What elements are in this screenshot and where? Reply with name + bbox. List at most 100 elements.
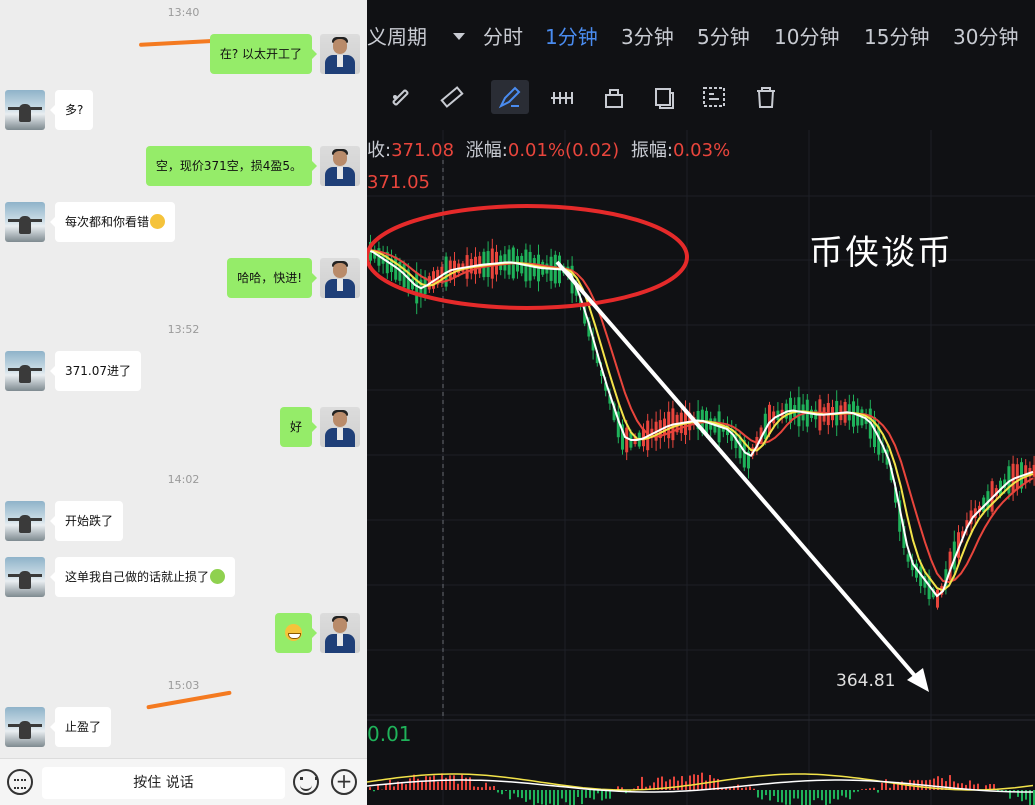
my-avatar[interactable]	[320, 34, 360, 74]
select-icon[interactable]	[695, 80, 733, 114]
macd-bar	[541, 790, 543, 805]
macd-bar	[821, 790, 823, 801]
period-3min[interactable]: 3分钟	[621, 21, 674, 50]
macd-bar	[561, 790, 563, 799]
my-avatar[interactable]	[320, 407, 360, 447]
period-10min[interactable]: 10分钟	[774, 21, 839, 50]
emoji-icon[interactable]	[293, 769, 319, 795]
macd-bar	[589, 790, 591, 798]
macd-bar	[477, 786, 479, 790]
period-15min[interactable]: 15分钟	[864, 21, 929, 50]
macd-bar	[509, 790, 511, 800]
price-info: 收:371.08 涨幅:0.01%(0.02) 振幅:0.03%	[367, 136, 730, 162]
dots-line-icon[interactable]	[543, 80, 581, 114]
macd-bar	[369, 787, 371, 790]
macd-bar	[781, 790, 783, 803]
message-bubble[interactable]: 好	[279, 407, 318, 447]
macd-bar	[469, 777, 471, 790]
macd-bar	[741, 788, 743, 790]
my-avatar[interactable]	[320, 258, 360, 298]
hold-to-talk-button[interactable]: 按住 说话	[42, 767, 285, 799]
macd-bar	[877, 790, 879, 793]
message-text: 止盈了	[65, 720, 102, 734]
macd-bar	[449, 775, 451, 790]
message-text: 空，现价371空，损4盈5。	[155, 159, 302, 173]
macd-bar	[433, 775, 435, 790]
period-toolbar: 义周期 分时 1分钟 3分钟 5分钟 10分钟 15分钟 30分钟	[367, 0, 1035, 70]
ruler-icon[interactable]	[433, 80, 471, 114]
macd-bar	[389, 779, 391, 790]
macd-bar	[557, 790, 559, 805]
contact-avatar[interactable]	[5, 90, 45, 130]
message-bubble[interactable]: 开始跌了	[49, 501, 124, 541]
macd-bar	[525, 790, 527, 802]
trash-icon[interactable]	[747, 80, 785, 114]
macd-bar	[373, 790, 375, 792]
contact-avatar[interactable]	[5, 707, 45, 747]
drawing-toolbar	[367, 72, 1035, 122]
message-text: 多?	[65, 103, 84, 117]
message-text: 每次都和你看错	[65, 215, 150, 229]
period-5min[interactable]: 5分钟	[697, 21, 750, 50]
keyboard-icon[interactable]	[7, 769, 33, 795]
message-bubble[interactable]: 每次都和你看错	[49, 202, 176, 242]
macd-bar	[697, 774, 699, 790]
macd-bar	[969, 780, 971, 790]
macd-bar	[385, 784, 387, 790]
my-avatar[interactable]	[320, 146, 360, 186]
candle-body	[936, 589, 939, 608]
macd-bar	[869, 788, 871, 790]
macd-bar	[745, 787, 747, 790]
macd-bar	[601, 790, 603, 801]
plus-icon[interactable]: +	[331, 769, 357, 795]
period-timeshare[interactable]: 分时	[483, 21, 523, 50]
message-bubble[interactable]: 在? 以太开工了	[209, 34, 318, 74]
macd-bar	[529, 790, 531, 800]
macd-bar	[753, 788, 755, 790]
macd-bar	[549, 790, 551, 804]
chat-timestamp: 14:02	[167, 473, 200, 486]
contact-avatar[interactable]	[5, 501, 45, 541]
macd-bar	[849, 790, 851, 800]
macd-bar	[977, 783, 979, 790]
macd-bar	[593, 790, 595, 800]
money-face-icon	[210, 569, 226, 584]
message-bubble[interactable]: 多?	[49, 90, 94, 130]
contact-avatar[interactable]	[5, 557, 45, 597]
macd-value-label: 0.01	[367, 722, 412, 746]
message-bubble[interactable]: 哈哈，快进!	[227, 258, 317, 298]
macd-bar	[533, 790, 535, 805]
candle-body	[625, 427, 629, 453]
high-price-label: 371.05	[367, 172, 430, 193]
period-1min[interactable]: 1分钟	[545, 21, 598, 50]
lock-icon[interactable]	[595, 80, 633, 114]
magnet-icon[interactable]	[381, 80, 419, 114]
chat-input-bar: 按住 说话 +	[0, 758, 367, 805]
message-bubble[interactable]	[275, 613, 317, 653]
contact-avatar[interactable]	[5, 202, 45, 242]
period-custom[interactable]: 义周期	[367, 21, 427, 50]
macd-bar	[677, 780, 679, 790]
my-avatar[interactable]	[320, 613, 360, 653]
message-bubble[interactable]: 这单我自己做的话就止损了	[49, 557, 236, 597]
macd-bar	[605, 790, 607, 799]
message-bubble[interactable]: 371.07进了	[50, 351, 141, 391]
message-bubble[interactable]: 空，现价371空，损4盈5。	[145, 146, 318, 186]
contact-avatar[interactable]	[5, 351, 45, 391]
layers-icon[interactable]	[645, 80, 683, 114]
macd-bar	[485, 782, 487, 790]
change-label: 涨幅:	[465, 140, 508, 161]
message-text: 在? 以太开工了	[219, 47, 302, 61]
macd-bar	[513, 790, 515, 794]
macd-bar	[573, 790, 575, 805]
chevron-down-icon[interactable]	[453, 33, 465, 40]
period-30min[interactable]: 30分钟	[953, 21, 1018, 50]
message-bubble[interactable]: 止盈了	[49, 707, 112, 747]
macd-bar	[521, 790, 523, 799]
macd-bar	[813, 790, 815, 801]
macd-bar	[749, 786, 751, 790]
macd-bar	[689, 775, 691, 790]
watermark: 币侠谈币	[809, 233, 953, 273]
pen-icon[interactable]	[491, 80, 529, 114]
macd-bar	[461, 774, 463, 790]
